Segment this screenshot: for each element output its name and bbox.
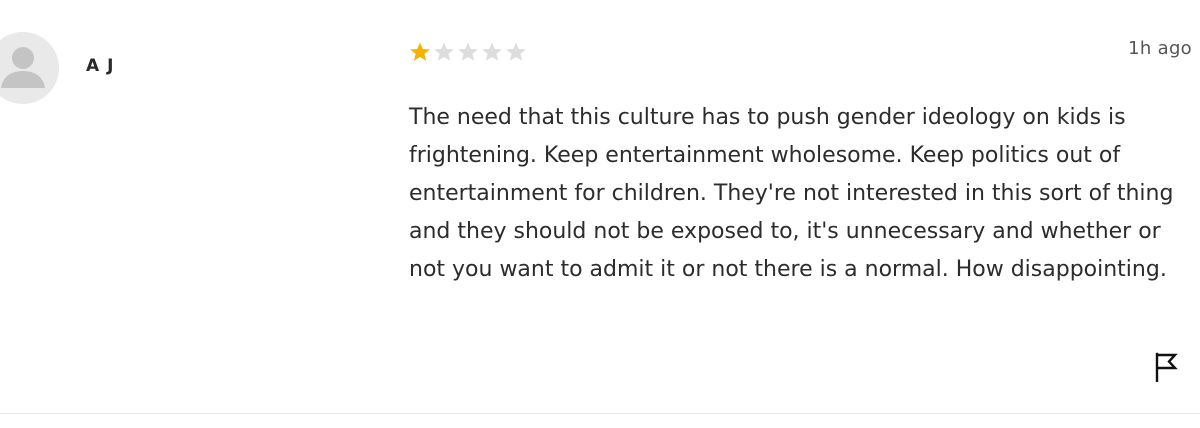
- flag-icon[interactable]: [1152, 352, 1180, 382]
- review-timestamp: 1h ago: [1128, 38, 1192, 59]
- star-empty-icon: [458, 42, 478, 61]
- star-empty-icon: [434, 42, 454, 61]
- star-filled-icon: [410, 42, 430, 61]
- star-empty-icon: [482, 42, 502, 61]
- review-author-name: A J: [86, 56, 115, 76]
- user-avatar-icon: [0, 32, 59, 104]
- review-card: A J 1h ago The need that this culture ha…: [0, 0, 1200, 414]
- review-text: The need that this culture has to push g…: [409, 105, 1174, 282]
- avatar: [0, 32, 59, 104]
- star-empty-icon: [506, 42, 526, 61]
- star-rating: [408, 40, 528, 64]
